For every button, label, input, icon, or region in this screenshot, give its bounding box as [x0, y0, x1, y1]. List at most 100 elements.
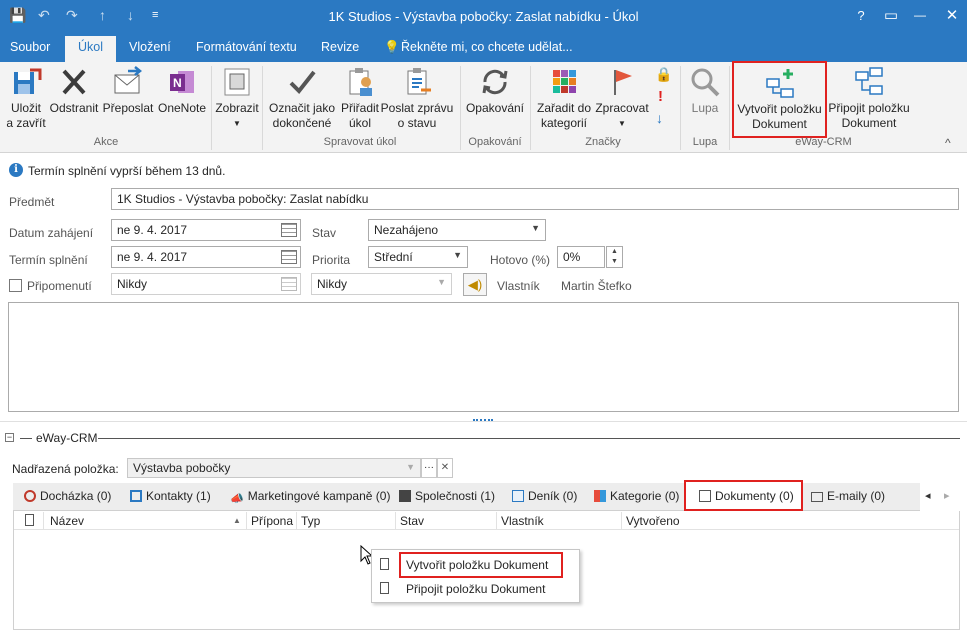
parent-clear-button[interactable]: ✕: [437, 458, 453, 478]
zoom-button[interactable]: Lupa: [684, 66, 726, 116]
tab-journal[interactable]: Deník (0): [512, 489, 577, 503]
splitter-grip-icon[interactable]: [473, 419, 493, 423]
save-close-button[interactable]: Uložit a zavřít: [4, 66, 48, 131]
tab-task[interactable]: Úkol: [65, 36, 117, 62]
start-date-input[interactable]: ne 9. 4. 2017: [111, 219, 301, 241]
show-dropdown-icon: ▼: [233, 119, 241, 128]
assign-task-label-2: úkol: [348, 116, 371, 130]
percent-spinner[interactable]: ▲ ▼: [606, 246, 623, 268]
status-select[interactable]: Nezahájeno ▼: [368, 219, 546, 241]
delete-label: Odstranit: [49, 101, 99, 115]
delete-icon: [62, 69, 86, 95]
tab-documents[interactable]: Dokumenty (0): [699, 489, 794, 503]
tab-insert[interactable]: Vložení: [129, 40, 171, 54]
attach-document-label-2: Dokument: [841, 116, 897, 130]
chevron-down-icon: ▼: [453, 250, 462, 260]
save-icon[interactable]: 💾: [9, 7, 26, 24]
ribbon-display-button[interactable]: ▭: [876, 6, 906, 24]
tabs-scroll-left-icon[interactable]: ◂: [925, 489, 931, 502]
reminder-checkbox[interactable]: [9, 279, 22, 292]
delete-button[interactable]: Odstranit: [48, 66, 100, 116]
attendance-icon: [24, 490, 36, 502]
calendar-icon[interactable]: [281, 277, 297, 291]
zoom-label: Lupa: [691, 101, 719, 115]
column-name[interactable]: Název: [50, 514, 84, 528]
assign-task-label-1: Přiřadit: [340, 101, 379, 115]
private-lock-icon[interactable]: 🔒: [655, 66, 672, 83]
recurrence-button[interactable]: Opakování: [463, 66, 527, 116]
tab-categories[interactable]: Kategorie (0): [594, 489, 679, 503]
reminder-date-input[interactable]: Nikdy: [111, 273, 301, 295]
tell-me-search[interactable]: Řekněte mi, co chcete udělat...: [401, 40, 573, 54]
flag-icon: [614, 70, 632, 95]
onenote-button[interactable]: N OneNote: [156, 66, 208, 116]
due-date-input[interactable]: ne 9. 4. 2017: [111, 246, 301, 268]
calendar-icon[interactable]: [281, 223, 297, 237]
column-extension[interactable]: Přípona: [251, 514, 293, 528]
mark-complete-button[interactable]: Označit jako dokončené: [266, 66, 338, 131]
customize-qat-icon[interactable]: ≡: [152, 9, 158, 21]
tab-review[interactable]: Revize: [321, 40, 359, 54]
percent-done-input[interactable]: 0%: [557, 246, 605, 268]
categorize-button[interactable]: Zařadit do kategorií: [533, 66, 595, 131]
tab-emails[interactable]: E-maily (0): [811, 489, 885, 503]
tab-attendance-label: Docházka (0): [40, 489, 112, 503]
column-type[interactable]: Typ: [301, 514, 320, 528]
column-owner[interactable]: Vlastník: [501, 514, 544, 528]
low-importance-icon[interactable]: ↓: [656, 110, 663, 126]
minimize-button[interactable]: —: [905, 8, 935, 22]
menu-attach-document[interactable]: Připojit položku Dokument: [406, 582, 545, 596]
tab-marketing[interactable]: 📣 Marketingové kampaně (0): [230, 489, 390, 505]
calendar-icon[interactable]: [281, 250, 297, 264]
group-label-recurrence: Opakování: [468, 136, 522, 148]
sort-ascending-icon: ▲: [233, 516, 241, 525]
help-button[interactable]: ?: [846, 8, 876, 23]
ribbon-separator: [530, 66, 531, 150]
tab-format-text[interactable]: Formátování textu: [196, 40, 297, 54]
group-label-akce: Akce: [93, 136, 119, 148]
info-icon: i: [9, 163, 23, 177]
reminder-time-select[interactable]: Nikdy ▼: [311, 273, 452, 295]
speaker-icon: ◀): [467, 277, 483, 292]
column-status[interactable]: Stav: [400, 514, 424, 528]
close-button[interactable]: ✕: [937, 6, 967, 24]
tabs-scroll-right-icon[interactable]: ▸: [944, 489, 950, 502]
sound-button[interactable]: ◀): [463, 273, 487, 296]
tab-attendance[interactable]: Docházka (0): [24, 489, 111, 503]
attach-document-button[interactable]: Připojit položku Dokument: [825, 66, 913, 131]
tab-contacts[interactable]: Kontakty (1): [130, 489, 211, 503]
subject-input[interactable]: 1K Studios - Výstavba pobočky: Zaslat na…: [111, 188, 959, 210]
redo-icon[interactable]: ↷: [66, 7, 78, 24]
task-body-textarea[interactable]: [8, 302, 959, 412]
column-separator: [246, 512, 247, 530]
collapse-ribbon-icon[interactable]: ^: [945, 136, 951, 150]
create-document-label-2: Dokument: [752, 117, 807, 131]
column-created[interactable]: Vytvořeno: [626, 514, 680, 528]
ribbon-separator: [460, 66, 461, 150]
tab-file[interactable]: Soubor: [10, 40, 50, 54]
followup-button[interactable]: Zpracovat ▼: [593, 66, 651, 131]
show-button[interactable]: Zobrazit ▼: [214, 66, 260, 131]
priority-select[interactable]: Střední ▼: [368, 246, 468, 268]
menu-create-document[interactable]: Vytvořit položku Dokument: [406, 558, 548, 572]
parent-item-label: Nadřazená položka:: [12, 462, 119, 476]
subject-label: Předmět: [9, 195, 55, 209]
send-status-button[interactable]: Poslat zprávu o stavu: [380, 66, 454, 131]
forward-button[interactable]: Přeposlat: [100, 66, 156, 116]
parent-item-select[interactable]: Výstavba pobočky ▼: [127, 458, 421, 478]
attach-document-label-1: Připojit položku: [828, 101, 910, 115]
down-arrow-icon[interactable]: ↓: [127, 7, 134, 23]
create-document-button[interactable]: Vytvořit položku Dokument: [732, 61, 827, 138]
collapse-eway-icon[interactable]: −: [5, 433, 14, 442]
tab-companies[interactable]: Společnosti (1): [399, 489, 495, 503]
status-label: Stav: [312, 226, 337, 240]
assign-task-button[interactable]: Přiřadit úkol: [338, 66, 382, 131]
column-separator: [395, 512, 396, 530]
categorize-icon: [553, 70, 576, 93]
up-arrow-icon[interactable]: ↑: [99, 7, 106, 23]
create-document-icon: [765, 69, 794, 98]
undo-icon[interactable]: ↶: [38, 7, 50, 24]
priority-value: Střední: [374, 250, 413, 264]
high-importance-icon[interactable]: !: [658, 88, 663, 105]
parent-more-button[interactable]: ···: [421, 458, 437, 478]
